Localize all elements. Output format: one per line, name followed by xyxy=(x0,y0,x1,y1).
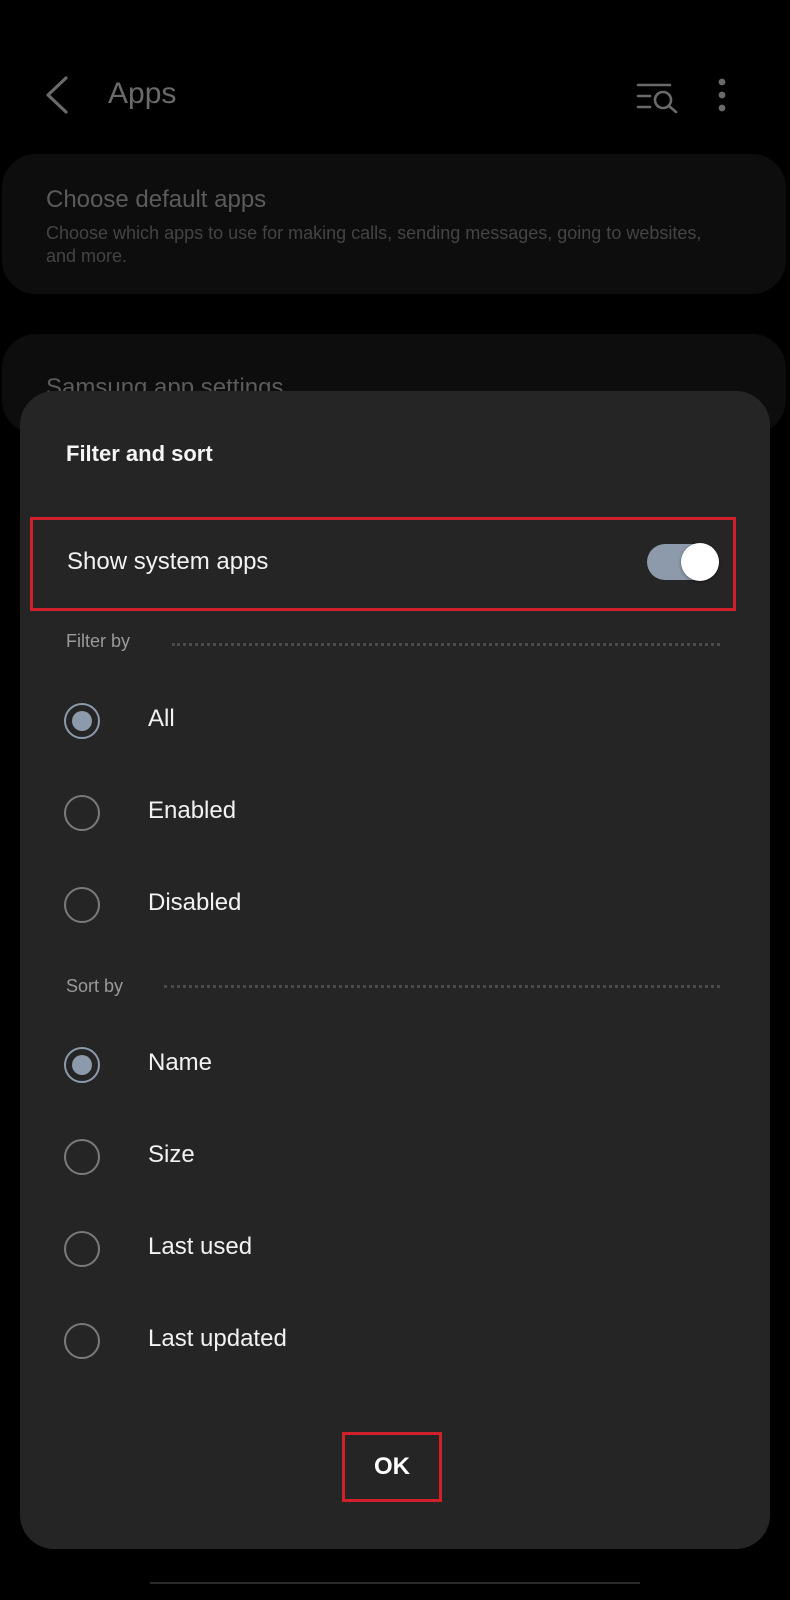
dialog-title: Filter and sort xyxy=(66,441,213,466)
section-divider xyxy=(164,985,720,988)
sort-option-last-used[interactable]: Last used xyxy=(40,1205,740,1297)
radio-button[interactable] xyxy=(64,1323,100,1359)
radio-button-selected[interactable] xyxy=(64,703,100,739)
radio-button[interactable] xyxy=(64,1139,100,1175)
radio-button[interactable] xyxy=(64,1231,100,1267)
filter-option-disabled[interactable]: Disabled xyxy=(40,861,740,953)
toggle-label: Show system apps xyxy=(67,548,269,575)
filter-option-all[interactable]: All xyxy=(40,677,740,769)
sort-option-name[interactable]: Name xyxy=(40,1021,740,1113)
radio-button[interactable] xyxy=(64,887,100,923)
radio-button[interactable] xyxy=(64,795,100,831)
filter-option-enabled[interactable]: Enabled xyxy=(40,769,740,861)
radio-label: Enabled xyxy=(148,797,237,824)
ok-button[interactable]: OK xyxy=(342,1432,442,1502)
radio-label: Name xyxy=(148,1049,213,1076)
radio-label: Last used xyxy=(148,1233,253,1260)
filter-by-label: Filter by xyxy=(66,631,131,651)
show-system-apps-switch[interactable] xyxy=(647,542,719,582)
radio-label: Last updated xyxy=(148,1325,287,1352)
sort-option-size[interactable]: Size xyxy=(40,1113,740,1205)
filter-sort-dialog: Filter and sort Show system apps Filter … xyxy=(20,391,770,1549)
section-divider xyxy=(172,643,720,646)
radio-label: Size xyxy=(148,1141,195,1168)
sort-by-label: Sort by xyxy=(66,976,124,996)
radio-button-selected[interactable] xyxy=(64,1047,100,1083)
radio-label: Disabled xyxy=(148,889,242,916)
show-system-apps-row[interactable]: Show system apps xyxy=(30,517,736,611)
switch-thumb xyxy=(681,543,719,581)
background-divider xyxy=(150,1582,640,1584)
sort-option-last-updated[interactable]: Last updated xyxy=(40,1297,740,1389)
radio-label: All xyxy=(148,705,175,732)
